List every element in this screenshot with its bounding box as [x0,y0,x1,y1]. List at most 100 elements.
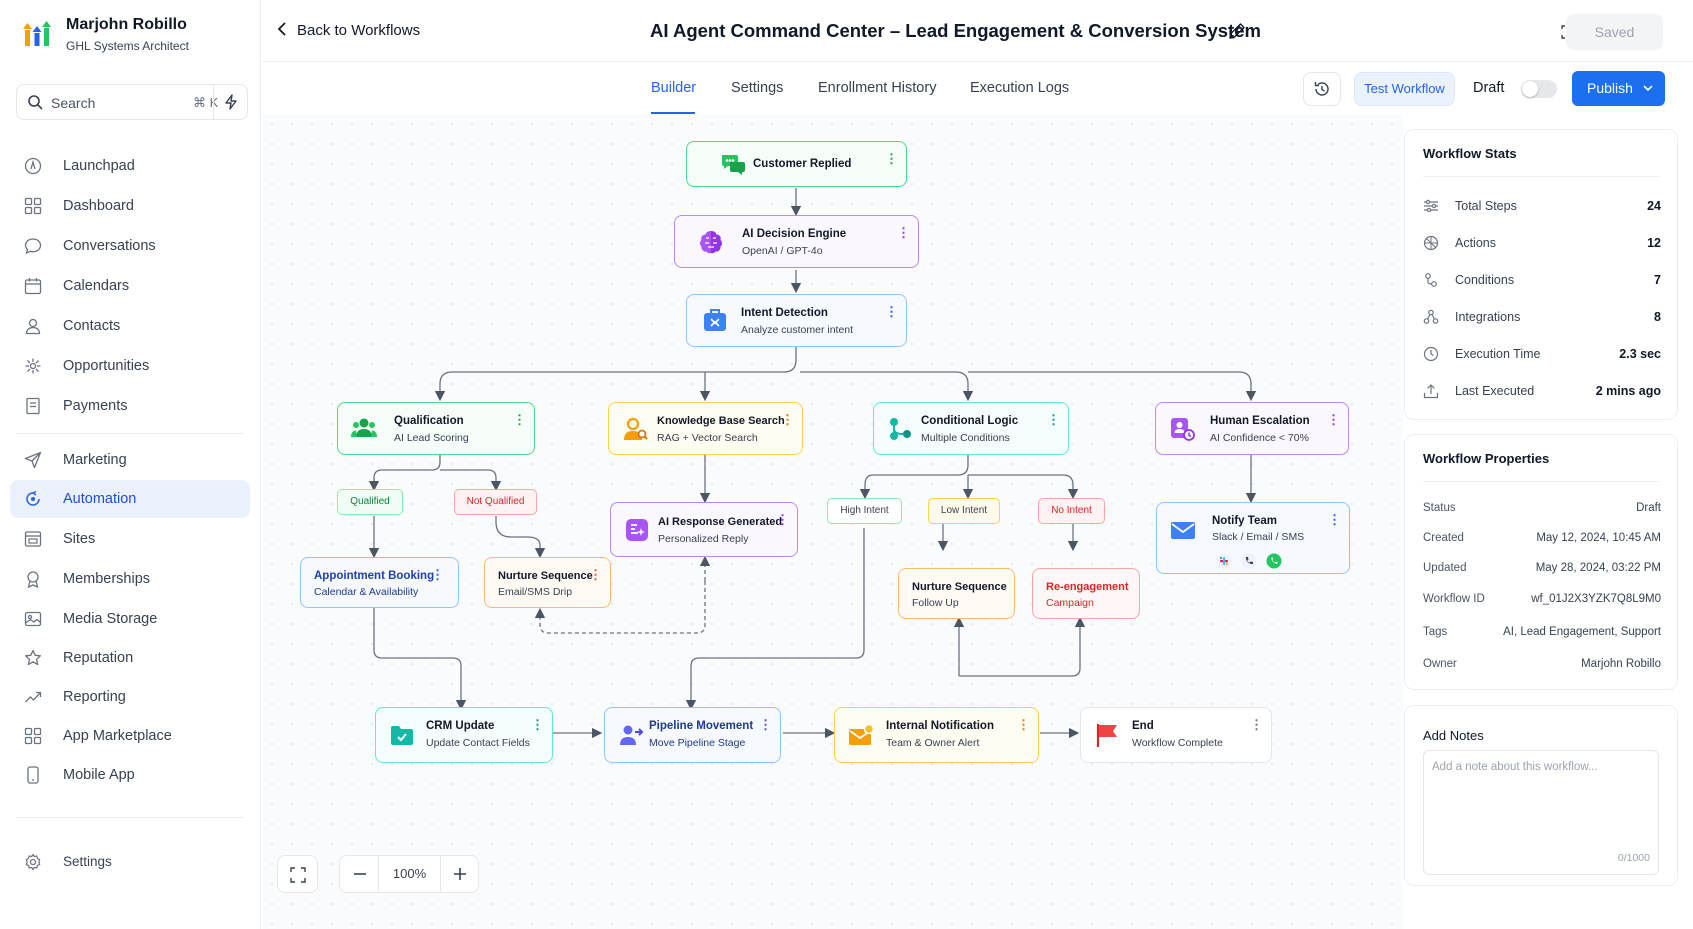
nav-item-reputation[interactable]: Reputation [10,639,250,677]
bolt-icon[interactable] [223,94,239,110]
node-human-escalation[interactable]: Human Escalation AI Confidence < 70% ⋮ [1155,402,1349,455]
stat-last-executed: Last Executed 2 mins ago [1423,381,1661,401]
saved-button[interactable]: Saved [1566,14,1663,50]
nav-item-conversations[interactable]: Conversations [10,227,250,265]
node-knowledge-base-search[interactable]: Knowledge Base Search RAG + Vector Searc… [608,402,803,455]
nav-item-payments[interactable]: Payments [10,387,250,425]
node-menu-icon[interactable]: ⋮ [885,305,898,318]
nav-item-app-marketplace[interactable]: App Marketplace [10,717,250,755]
node-crm-update[interactable]: CRM Update Update Contact Fields ⋮ [375,707,553,763]
node-menu-icon[interactable]: ⋮ [431,568,444,581]
node-menu-icon[interactable]: ⋮ [531,718,544,731]
nav-item-contacts[interactable]: Contacts [10,307,250,345]
nav-item-mobile-app[interactable]: Mobile App [10,756,250,794]
award-icon [27,571,39,588]
apps-icon [24,727,42,745]
node-notify-team[interactable]: Notify Team Slack / Email / SMS ⋮ [1156,502,1350,574]
zoom-controls: 100% [339,855,479,893]
nav-item-calendars[interactable]: Calendars [10,267,250,305]
nav-item-sites[interactable]: Sites [10,520,250,558]
nav-item-memberships[interactable]: Memberships [10,560,250,598]
flow-icon [890,417,911,440]
notes-textarea[interactable]: Add a note about this workflow... 0/1000 [1423,750,1659,875]
node-menu-icon[interactable]: ⋮ [1047,413,1060,426]
image-icon [24,611,42,627]
phone-icon [1241,553,1257,569]
nav-item-automation[interactable]: Automation [10,480,250,518]
sites-icon [24,531,42,547]
publish-button[interactable]: Publish [1572,71,1665,106]
users-icon [351,418,377,437]
node-menu-icon[interactable]: ⋮ [589,568,602,581]
tab-enrollment-history[interactable]: Enrollment History [818,80,936,96]
nav-item-marketing[interactable]: Marketing [10,441,250,479]
stat-integrations: Integrations 8 [1423,307,1661,327]
notes-panel: Add Notes Add a note about this workflow… [1404,705,1678,886]
prop-tags: Tags AI, Lead Engagement, Support [1423,626,1661,638]
node-menu-icon[interactable]: ⋮ [1328,513,1341,526]
node-ai-response-generated[interactable]: AI Response Generated Personalized Reply… [610,502,798,557]
draft-toggle[interactable] [1521,80,1557,98]
pencil-icon[interactable] [1228,22,1246,40]
sidebar: Marjohn Robillo GHL Systems Architect Se… [0,0,261,929]
node-menu-icon[interactable]: ⋮ [781,413,794,426]
nav-item-launchpad[interactable]: Launchpad [10,147,250,185]
whatsapp-icon [1266,553,1282,569]
nav-item-settings[interactable]: Settings [10,843,250,881]
user-role: GHL Systems Architect [66,39,189,53]
sliders-icon [1424,199,1438,213]
node-menu-icon[interactable]: ⋮ [776,513,789,526]
node-intent-detection[interactable]: Intent Detection Analyze customer intent… [686,294,907,347]
tab-settings[interactable]: Settings [731,80,783,96]
stats-title: Workflow Stats [1423,146,1517,161]
node-conditional-logic[interactable]: Conditional Logic Multiple Conditions ⋮ [873,402,1069,455]
node-internal-notification[interactable]: Internal Notification Team & Owner Alert… [834,707,1039,763]
node-end[interactable]: End Workflow Complete ⋮ [1080,707,1272,763]
mail-alert-icon [849,723,875,745]
chat-bubbles-icon [722,155,745,175]
nav-item-opportunities[interactable]: Opportunities [10,347,250,385]
zoom-in-button[interactable] [440,856,479,892]
minus-icon [354,873,366,875]
node-re-engagement[interactable]: Re-engagement Campaign [1032,568,1140,619]
node-ai-decision-engine[interactable]: AI Decision Engine OpenAI / GPT-4o ⋮ [674,215,919,268]
chat-icon [24,238,42,255]
node-appointment-booking[interactable]: Appointment Booking Calendar & Availabil… [300,557,459,608]
node-menu-icon[interactable]: ⋮ [1017,718,1030,731]
node-menu-icon[interactable]: ⋮ [513,413,526,426]
history-icon [1314,82,1329,96]
search-label: Search [51,95,96,111]
badge-no-intent: No Intent [1038,498,1105,524]
mobile-icon [27,766,39,784]
test-workflow-button[interactable]: Test Workflow [1354,72,1455,106]
node-qualification[interactable]: Qualification AI Lead Scoring ⋮ [337,402,535,455]
zoom-out-button[interactable] [340,856,379,892]
contacts-icon [25,318,41,335]
node-customer-replied[interactable]: Customer Replied ⋮ [686,141,907,187]
prop-created: Created May 12, 2024, 10:45 AM [1423,532,1661,544]
notes-placeholder: Add a note about this workflow... [1432,761,1598,773]
node-menu-icon[interactable]: ⋮ [885,152,898,165]
node-menu-icon[interactable]: ⋮ [759,718,772,731]
tab-execution-logs[interactable]: Execution Logs [970,80,1069,96]
node-menu-icon[interactable]: ⋮ [1327,413,1340,426]
history-button[interactable] [1303,72,1341,106]
draft-label: Draft [1473,80,1505,96]
ai-response-icon [626,518,648,541]
node-pipeline-movement[interactable]: Pipeline Movement Move Pipeline Stage ⋮ [604,707,781,763]
nav-item-media-storage[interactable]: Media Storage [10,600,250,638]
search-bar[interactable]: Search ⌘ K [16,84,248,120]
rocket-icon [24,157,42,175]
grid-icon [24,197,42,215]
fit-view-button[interactable] [277,855,318,893]
node-menu-icon[interactable]: ⋮ [897,226,910,239]
back-to-workflows-link[interactable]: Back to Workflows [277,22,420,39]
node-menu-icon[interactable]: ⋮ [1250,718,1263,731]
tab-builder[interactable]: Builder [651,80,696,96]
chevron-left-icon [277,22,286,36]
nav-item-dashboard[interactable]: Dashboard [10,187,250,225]
node-nurture-sequence-follow-up[interactable]: Nurture Sequence Follow Up [898,568,1015,619]
nav-item-reporting[interactable]: Reporting [10,678,250,716]
flag-icon [1096,724,1117,747]
node-nurture-sequence-drip[interactable]: Nurture Sequence Email/SMS Drip ⋮ [484,557,611,608]
